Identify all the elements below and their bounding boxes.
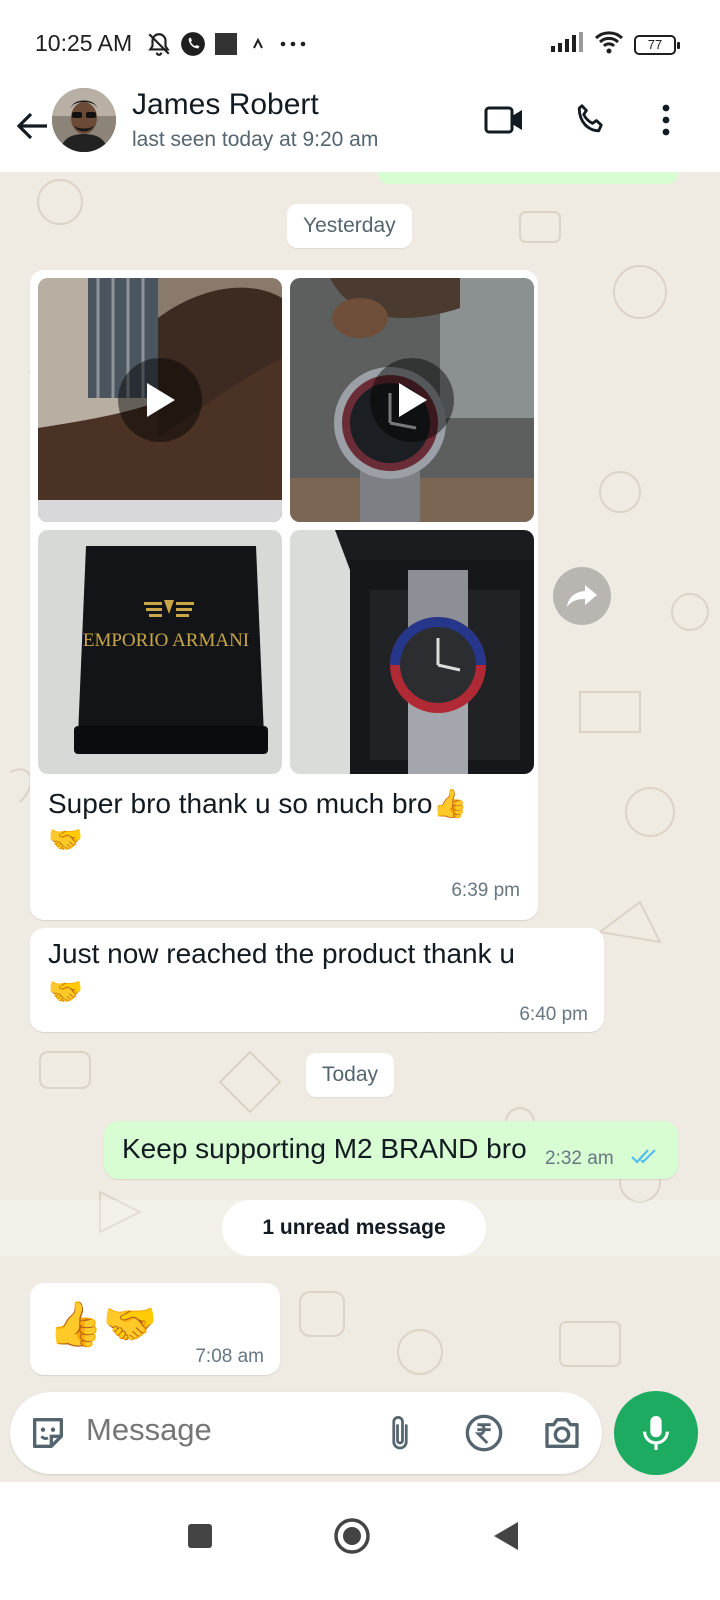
back-triangle-icon[interactable]	[476, 1506, 536, 1566]
wifi-icon	[594, 30, 624, 59]
contact-name[interactable]: James Robert	[132, 88, 319, 122]
play-icon[interactable]	[118, 358, 202, 442]
message-input[interactable]	[86, 1412, 366, 1448]
home-circle-icon[interactable]	[322, 1506, 382, 1566]
attach-icon[interactable]	[376, 1409, 424, 1457]
sticker-icon[interactable]	[24, 1409, 72, 1457]
date-chip-today: Today	[306, 1053, 395, 1097]
message-timestamp: 6:40 pm	[519, 1004, 588, 1025]
incoming-message[interactable]: Just now reached the product thank u 🤝 6…	[30, 928, 604, 1032]
play-icon[interactable]	[370, 358, 454, 442]
status-time: 10:25 AM	[35, 30, 133, 56]
payment-rupee-icon[interactable]	[460, 1409, 508, 1457]
message-text-line1: Just now reached the product thank u	[48, 938, 515, 969]
message-emoji: 👍🤝	[48, 1300, 158, 1349]
media-video-1[interactable]	[38, 278, 282, 522]
media-image-watch-box[interactable]: EMPORIO ARMANI	[38, 530, 282, 774]
bell-muted-icon	[146, 31, 172, 62]
album-caption-line2: 🤝	[48, 824, 83, 855]
status-system-icons: 77	[550, 30, 680, 59]
square-icon	[214, 32, 238, 61]
more-options-icon[interactable]	[642, 96, 690, 144]
status-notification-icons	[146, 31, 308, 62]
outgoing-message[interactable]: Keep supporting M2 BRAND bro 2:32 am	[104, 1121, 678, 1179]
voice-call-icon[interactable]	[566, 96, 614, 144]
date-chip-yesterday: Yesterday	[287, 204, 412, 248]
system-nav-bar	[0, 1482, 720, 1600]
incoming-album-message[interactable]: EMPORIO ARMANI Super bro thank u so much…	[30, 270, 538, 920]
more-notifications-icon	[278, 32, 308, 61]
video-call-icon[interactable]	[480, 96, 528, 144]
incoming-message[interactable]: 👍🤝 7:08 am	[30, 1283, 280, 1375]
previous-outgoing-bubble	[378, 172, 678, 184]
chat-area[interactable]: Yesterday EMPORIO ARMANI Super bro thank…	[0, 172, 720, 1412]
forward-icon[interactable]	[553, 567, 611, 625]
last-seen-status: last seen today at 9:20 am	[132, 128, 379, 151]
message-timestamp: 2:32 am	[545, 1148, 614, 1169]
avatar[interactable]	[52, 88, 116, 152]
read-receipt-icon	[630, 1146, 660, 1171]
unread-messages-chip: 1 unread message	[222, 1200, 486, 1256]
message-text-line2: 🤝	[48, 976, 83, 1007]
media-image-watch-in-box[interactable]	[290, 530, 534, 774]
chat-header: James Robert last seen today at 9:20 am	[0, 86, 720, 172]
media-video-2[interactable]	[290, 278, 534, 522]
message-text: Keep supporting M2 BRAND bro	[122, 1133, 527, 1164]
camera-icon[interactable]	[538, 1409, 586, 1457]
message-composer	[10, 1392, 602, 1474]
message-timestamp: 6:39 pm	[451, 880, 520, 901]
mic-icon[interactable]	[614, 1391, 698, 1475]
caret-up-icon	[246, 32, 270, 61]
back-arrow-icon[interactable]	[12, 106, 52, 146]
box-brand-text: EMPORIO ARMANI	[83, 630, 249, 651]
signal-icon	[550, 31, 584, 58]
album-caption-line1: Super bro thank u so much bro👍	[48, 788, 468, 819]
whatsapp-call-icon	[180, 31, 206, 62]
message-timestamp: 7:08 am	[195, 1346, 264, 1367]
recents-square-icon[interactable]	[170, 1506, 230, 1566]
status-bar: 10:25 AM 77	[0, 0, 720, 86]
battery-icon: 77	[634, 34, 680, 55]
